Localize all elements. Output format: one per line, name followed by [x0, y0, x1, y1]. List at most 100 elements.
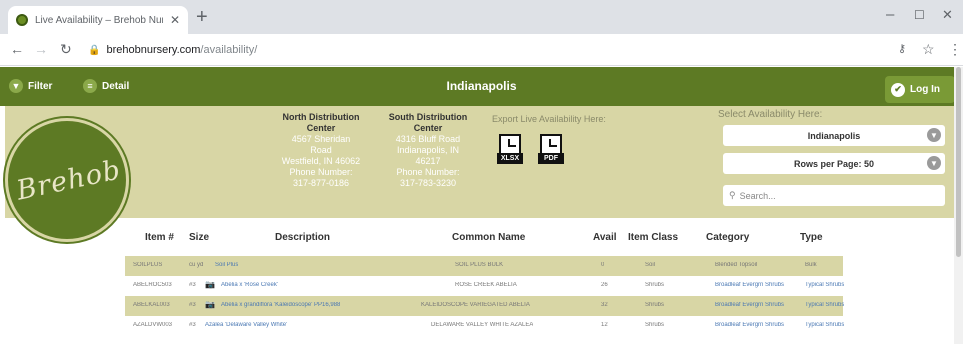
table-header: Item # Size Description Common Name Avai… [0, 232, 963, 252]
login-button[interactable]: ✔ Log In [885, 76, 955, 103]
type-link[interactable]: Typical Shrubs [805, 282, 844, 288]
select-availability-title: Select Availability Here: [718, 109, 823, 120]
export-xlsx-button[interactable]: XLSX [497, 134, 523, 164]
description-link[interactable]: Abelia x 'Rose Creek' [221, 282, 278, 288]
common-name-cell: DELAWARE VALLEY WHITE AZALEA [431, 322, 534, 328]
avail-cell: 26 [601, 282, 608, 288]
common-name-cell: KALEIDOSCOPE VARIEGATED ABELIA [421, 302, 530, 308]
back-icon[interactable]: ← [10, 41, 24, 57]
export-pdf-button[interactable]: PDF [538, 134, 564, 164]
page-title: Indianapolis [446, 79, 517, 93]
key-icon[interactable]: ⚷ [898, 41, 906, 57]
export-title: Export Live Availability Here: [492, 114, 606, 124]
south-address-line: Indianapolis, IN [396, 145, 460, 155]
forward-icon[interactable]: → [34, 41, 48, 57]
table-row[interactable]: AZALDVW003 #3 Azalea 'Delaware Valley Wh… [125, 316, 844, 336]
item-class-cell: Shrubs [645, 302, 665, 308]
tab-title: Live Availability – Brehob Nurser [35, 14, 163, 26]
column-header-type[interactable]: Type [800, 232, 823, 243]
column-header-category[interactable]: Category [706, 232, 749, 243]
camera-icon[interactable]: 📷 [205, 300, 215, 309]
search-input[interactable]: ⚲ Search... [723, 185, 945, 206]
location-select[interactable]: Indianapolis ▼ [723, 125, 945, 146]
item-class-cell: Soil [645, 262, 656, 268]
south-phone-label: Phone Number: [396, 167, 460, 177]
close-window-icon[interactable]: ✕ [942, 6, 953, 24]
north-address-line: Westfield, IN 46062 [281, 156, 361, 166]
item-number-cell: AZALDVW003 [133, 322, 173, 328]
new-tab-icon[interactable]: + [196, 6, 208, 28]
north-phone-number: 317-877-0186 [292, 178, 350, 188]
item-class-cell: Shrubs [645, 282, 665, 288]
south-address-line: 46217 [415, 156, 441, 166]
scrollbar-thumb[interactable] [956, 67, 961, 257]
size-cell: #3 [189, 282, 196, 288]
page-scrollbar[interactable] [954, 67, 963, 344]
browser-menu-icon[interactable]: ⋮ [948, 41, 962, 57]
avail-cell: 32 [601, 302, 608, 308]
location-select-value: Indianapolis [807, 130, 861, 141]
column-header-size[interactable]: Size [189, 232, 209, 243]
south-center-info: South Distribution Center 4316 Bluff Roa… [379, 112, 477, 189]
table-row[interactable]: SOILPLUS cu yd Soil Plus SOIL PLUS BULK … [125, 256, 843, 276]
common-name-cell: ROSE CREEK ABELIA [455, 282, 517, 288]
description-link[interactable]: Abelia x grandiflora 'Kaleidoscope' PP16… [221, 302, 340, 308]
browser-tab-bar: Live Availability – Brehob Nurser ✕ + – … [0, 0, 963, 34]
lock-icon: 🔒 [88, 44, 101, 56]
description-link[interactable]: Azalea 'Delaware Valley White' [205, 322, 287, 328]
address-bar: ← → ↻ 🔒 brehobnursery.com/availability/ … [0, 34, 963, 66]
table-row[interactable]: ABELKAL003 #3 📷 Abelia x grandiflora 'Ka… [125, 296, 844, 316]
login-label: Log In [910, 84, 940, 95]
minimize-icon[interactable]: – [886, 6, 894, 24]
camera-icon[interactable]: 📷 [205, 280, 215, 289]
brehob-logo[interactable]: Brehob [5, 118, 129, 242]
item-number-cell: SOILPLUS [133, 262, 163, 268]
xlsx-label: XLSX [497, 153, 523, 164]
bookmark-star-icon[interactable]: ☆ [922, 41, 935, 57]
reload-icon[interactable]: ↻ [60, 41, 72, 57]
rows-per-page-select[interactable]: Rows per Page: 50 ▼ [723, 153, 945, 174]
logo-text: Brehob [13, 154, 124, 207]
search-placeholder: Search... [739, 190, 776, 201]
type-link[interactable]: Typical Shrubs [805, 302, 844, 308]
column-header-description[interactable]: Description [275, 232, 330, 243]
south-center-heading: South Distribution Center [388, 112, 468, 133]
north-address-line: Road [310, 145, 332, 155]
browser-tab[interactable]: Live Availability – Brehob Nurser ✕ [8, 6, 188, 34]
south-address-line: 4316 Bluff Road [395, 134, 461, 144]
category-link[interactable]: Broadleaf Evergrn Shrubs [715, 302, 784, 308]
type-cell: Bulk [805, 262, 817, 268]
description-link[interactable]: Soil Plus [215, 262, 238, 268]
south-phone-number: 317-783-3230 [399, 178, 457, 188]
avail-cell: 12 [601, 322, 608, 328]
url-field[interactable]: 🔒 brehobnursery.com/availability/ [84, 39, 879, 61]
north-phone-label: Phone Number: [289, 167, 353, 177]
column-header-avail[interactable]: Avail [593, 232, 617, 243]
column-header-common-name[interactable]: Common Name [452, 232, 525, 243]
column-header-item-class[interactable]: Item Class [628, 232, 678, 243]
chevron-down-icon: ▼ [927, 128, 941, 142]
url-text: brehobnursery.com/availability/ [106, 44, 258, 56]
category-cell: Blended Topsoil [715, 262, 758, 268]
close-tab-icon[interactable]: ✕ [170, 13, 180, 27]
size-cell: #3 [189, 302, 196, 308]
size-cell: #3 [189, 322, 196, 328]
site-favicon-icon [16, 14, 28, 26]
type-link[interactable]: Typical Shrubs [805, 322, 844, 328]
chevron-down-icon: ▼ [927, 156, 941, 170]
column-header-item[interactable]: Item # [145, 232, 174, 243]
common-name-cell: SOIL PLUS BULK [455, 262, 504, 268]
item-class-cell: Shrubs [645, 322, 665, 328]
size-cell: cu yd [189, 262, 204, 268]
north-center-heading: North Distribution Center [282, 112, 360, 133]
item-number-cell: ABELROC503 [133, 282, 172, 288]
north-address-line: 4567 Sheridan [291, 134, 351, 144]
rows-per-page-value: Rows per Page: 50 [793, 158, 875, 169]
checkmark-icon: ✔ [891, 82, 905, 97]
pdf-label: PDF [538, 153, 564, 164]
category-link[interactable]: Broadleaf Evergrn Shrubs [715, 282, 784, 288]
maximize-icon[interactable]: ☐ [914, 6, 925, 24]
table-row[interactable]: ABELROC503 #3 📷 Abelia x 'Rose Creek' RO… [125, 276, 844, 296]
north-center-info: North Distribution Center 4567 Sheridan … [269, 112, 373, 189]
category-link[interactable]: Broadleaf Evergrn Shrubs [715, 322, 784, 328]
